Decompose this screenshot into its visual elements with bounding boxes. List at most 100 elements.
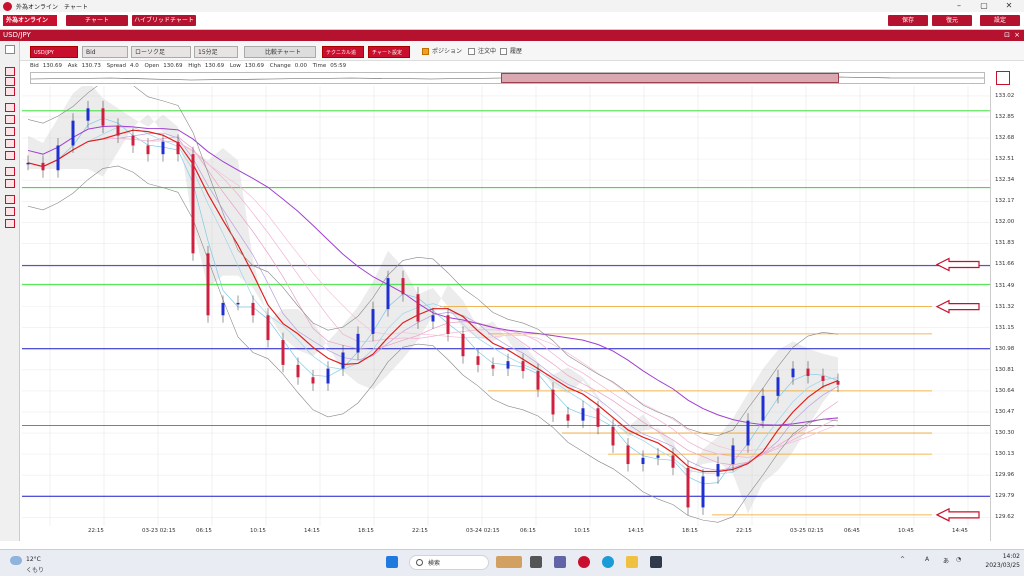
compare-chart-button[interactable]: 比較チャート xyxy=(244,46,316,58)
ime-mode[interactable]: A xyxy=(925,556,929,563)
cursor-tool-icon[interactable] xyxy=(5,67,15,76)
task-view-icon[interactable] xyxy=(530,556,542,568)
price-chart[interactable] xyxy=(22,78,1024,541)
pin-icon[interactable]: ⊡ xyxy=(1004,30,1010,41)
alert-arrow-icon xyxy=(935,257,980,272)
vline-tool-icon[interactable] xyxy=(5,139,15,148)
x-tick-label: 22:15 xyxy=(88,528,104,534)
candle-body xyxy=(731,445,735,465)
candle-body xyxy=(176,141,180,155)
candle-body xyxy=(401,278,405,295)
x-tick-label: 22:15 xyxy=(736,528,752,534)
hybrid-chart-button[interactable]: ハイブリッドチャート xyxy=(132,15,196,26)
line-tool-icon[interactable] xyxy=(5,115,15,124)
store-icon[interactable] xyxy=(650,556,662,568)
taskbar-search[interactable]: 検索 xyxy=(409,555,489,570)
chart-button[interactable]: チャート xyxy=(66,15,128,26)
candle-body xyxy=(221,302,225,316)
timeframe-select[interactable]: 15分足 xyxy=(194,46,238,58)
high-label: High xyxy=(188,63,201,69)
price-axis: 133.02 132.85 132.68 132.51 132.34 132.17 132.… xyxy=(990,86,1024,541)
maximize-button[interactable]: ▢ xyxy=(975,0,993,12)
start-icon[interactable] xyxy=(386,556,398,568)
candle-body xyxy=(671,455,675,468)
list-tool-icon[interactable] xyxy=(5,219,15,228)
chart-type-select[interactable]: ローソク足 xyxy=(131,46,191,58)
x-tick-label: 22:15 xyxy=(412,528,428,534)
history-checkbox[interactable] xyxy=(500,48,507,55)
y-tick-label: 132.17 xyxy=(995,198,1015,205)
minimize-button[interactable]: – xyxy=(950,0,968,12)
fibonacci-tool-icon[interactable] xyxy=(5,167,15,176)
candle-body xyxy=(776,377,780,396)
candle-body xyxy=(821,376,825,381)
save-button[interactable]: 保存 xyxy=(888,15,928,26)
candle-body xyxy=(761,395,765,421)
candle-body xyxy=(806,368,810,377)
position-label: ポジション xyxy=(432,48,463,55)
chart-toolbar: USD/JPY Bid ローソク足 15分足 比較チャート テクニカル追加 チャ… xyxy=(0,41,1024,68)
explorer-icon[interactable] xyxy=(626,556,638,568)
spread-label: Spread xyxy=(106,63,126,69)
chart-svg[interactable] xyxy=(22,78,990,541)
candle-body xyxy=(86,108,90,121)
window-titlebar: 外為オンライン チャート – ▢ ✕ xyxy=(0,0,1024,12)
orders-checkbox[interactable] xyxy=(468,48,475,55)
price-type-select[interactable]: Bid xyxy=(82,46,128,58)
close-chart-icon[interactable]: × xyxy=(1014,30,1020,41)
candle-body xyxy=(506,361,510,369)
candle-body xyxy=(131,135,135,146)
x-tick-label: 06:15 xyxy=(196,528,212,534)
candle-body xyxy=(251,302,255,316)
ime-kana[interactable]: あ xyxy=(943,556,949,565)
system-clock[interactable]: 14:02 2023/03/25 xyxy=(975,552,1020,570)
delete-tool-icon[interactable] xyxy=(5,195,15,204)
y-tick-label: 132.34 xyxy=(995,177,1015,184)
widget-icon[interactable] xyxy=(496,556,522,568)
channel-tool-icon[interactable] xyxy=(5,151,15,160)
chart-expand-button[interactable] xyxy=(996,71,1010,85)
chat-icon[interactable] xyxy=(554,556,566,568)
price-info-bar: Bid 130.69 Ask 130.73 Spread 4.0 Open 130.69… xyxy=(30,61,350,71)
x-tick-label: 10:45 xyxy=(898,528,914,534)
restore-button[interactable]: 復元 xyxy=(932,15,972,26)
high-value: 130.69 xyxy=(204,63,225,69)
trendline-tool-icon[interactable] xyxy=(5,103,15,112)
add-technical-button[interactable]: テクニカル追加 xyxy=(322,46,364,68)
candle-body xyxy=(206,253,210,316)
navigator-selection[interactable] xyxy=(501,73,839,83)
fx-app-icon[interactable] xyxy=(578,556,590,568)
hline-tool-icon[interactable] xyxy=(5,127,15,136)
open-label: Open xyxy=(144,63,160,69)
bid-value: 130.69 xyxy=(42,63,63,69)
pair-select[interactable]: USD/JPY xyxy=(30,46,78,58)
y-tick-label: 131.32 xyxy=(995,303,1015,310)
chevron-up-icon[interactable]: ^ xyxy=(900,556,905,563)
candle-body xyxy=(296,364,300,378)
network-icon[interactable]: ◔ xyxy=(956,556,961,563)
x-tick-label: 10:15 xyxy=(574,528,590,534)
close-window-button[interactable]: ✕ xyxy=(1000,0,1018,12)
brand-logo: 外為オンライン xyxy=(3,15,57,26)
candle-body xyxy=(581,408,585,421)
candle-body xyxy=(596,408,600,427)
alert-arrow-icon xyxy=(935,507,980,522)
position-checkbox[interactable] xyxy=(422,48,429,55)
menubar: 外為オンライン チャート ハイブリッドチャート 保存 復元 設定 xyxy=(0,12,1024,30)
candle-body xyxy=(551,389,555,415)
settings-button[interactable]: 設定 xyxy=(980,15,1020,26)
candle-body xyxy=(641,457,645,465)
crosshair-tool-icon[interactable] xyxy=(5,77,15,86)
chart-settings-button[interactable]: チャート設定 xyxy=(368,46,410,58)
pan-tool-icon[interactable] xyxy=(5,87,15,96)
candle-body xyxy=(566,414,570,421)
delete-all-tool-icon[interactable] xyxy=(5,207,15,216)
rectangle-tool-icon[interactable] xyxy=(5,179,15,188)
candle-body xyxy=(281,340,285,365)
candle-body xyxy=(686,467,690,508)
y-tick-label: 132.85 xyxy=(995,113,1015,120)
y-tick-label: 129.62 xyxy=(995,514,1015,521)
edge-icon[interactable] xyxy=(602,556,614,568)
expand-tool-icon[interactable] xyxy=(5,45,15,54)
range-navigator[interactable] xyxy=(30,72,985,84)
